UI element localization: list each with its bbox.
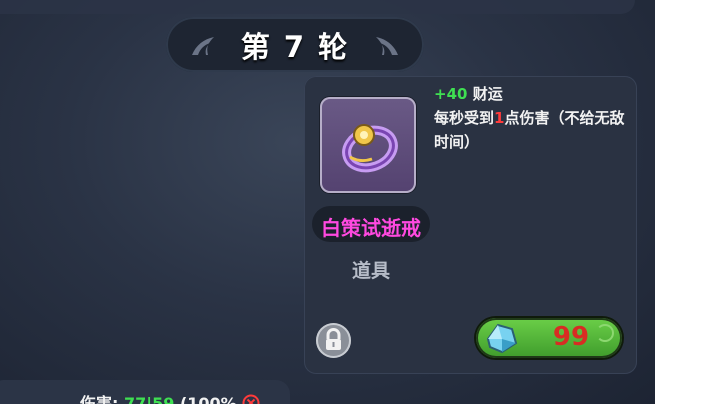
crystal-gem-icon	[486, 323, 518, 354]
lock-icon	[326, 328, 341, 350]
swirl-icon	[596, 324, 614, 342]
ring-item-icon	[342, 124, 398, 173]
effect-stat: 财运	[472, 85, 503, 103]
item-name: 白策试逝戒	[321, 216, 421, 240]
effect-text-a: 每秒受到	[434, 109, 495, 127]
close-icon[interactable]	[242, 394, 260, 404]
round-banner: 第 7 轮	[166, 17, 424, 72]
item-card[interactable]: 白策试逝戒 道具 +40 财运 每秒受到1点伤害（不给无敌时间） 99	[304, 76, 637, 374]
wing-ornament-icon	[376, 37, 398, 55]
price-value: 99	[552, 322, 590, 352]
buy-price-button[interactable]: 99	[476, 318, 622, 358]
damage-percent: (100%	[179, 394, 237, 404]
item-name-pill: 白策试逝戒	[312, 206, 430, 242]
item-type: 道具	[351, 260, 390, 282]
item-effects: +40 财运 每秒受到1点伤害（不给无敌时间）	[434, 82, 630, 154]
effect-line-2: 每秒受到1点伤害（不给无敌时间）	[434, 106, 630, 154]
effect-value: +40	[434, 85, 468, 103]
top-panel	[0, 0, 635, 14]
lock-button[interactable]	[316, 323, 351, 358]
damage-label: 伤害:	[80, 394, 119, 404]
effect-line-1: +40 财运	[434, 82, 630, 106]
effect-number: 1	[494, 109, 505, 127]
damage-stat: 伤害: 77|59 (100%	[80, 390, 260, 404]
bottom-stats-panel: 伤害: 77|59 (100%	[0, 380, 290, 404]
game-screen: 第 7 轮 白策试逝戒 道具 +40 财运 每秒受到1点伤害（不给无敌时间） 9…	[0, 0, 655, 404]
item-icon-frame	[320, 97, 416, 193]
damage-value: 77|59	[123, 394, 175, 404]
